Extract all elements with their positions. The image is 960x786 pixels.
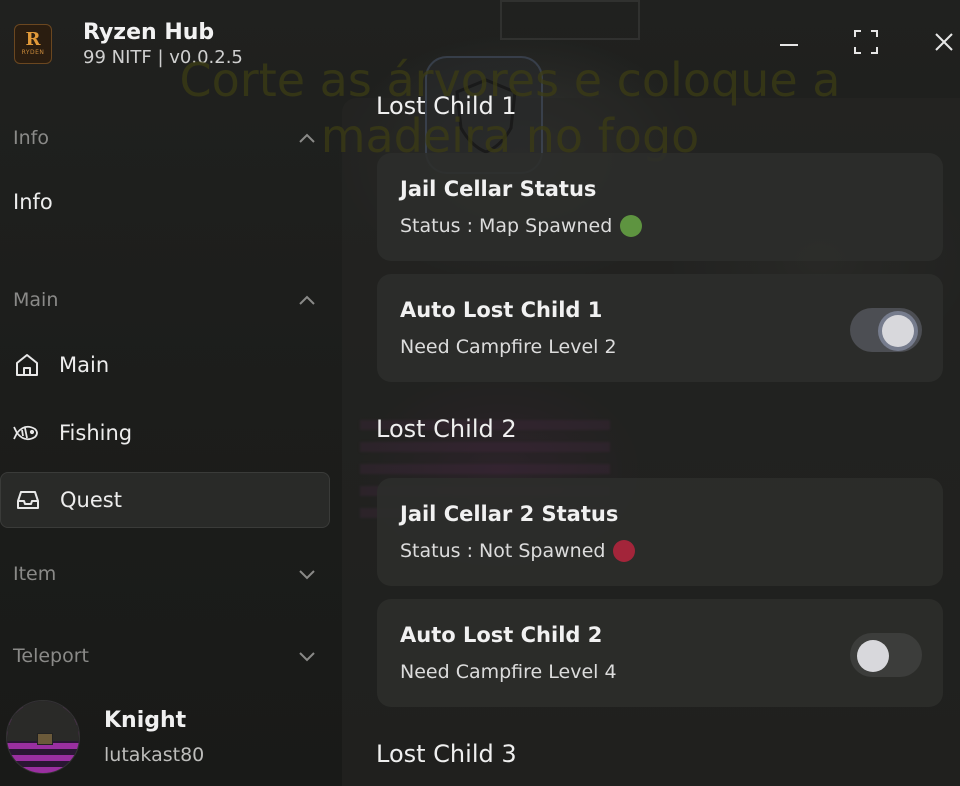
maximize-button[interactable] [852, 28, 880, 56]
logo-text: RYDEN [21, 49, 45, 56]
close-button[interactable] [930, 28, 958, 56]
sidebar-item-quest[interactable]: Quest [0, 472, 330, 528]
sidebar-item-fishing[interactable]: Fishing [0, 405, 330, 461]
card-title: Auto Lost Child 1 [400, 298, 603, 322]
card-auto-lost-child-2: Auto Lost Child 2 Need Campfire Level 4 [377, 599, 943, 707]
sidebar-item-label: Fishing [59, 421, 133, 445]
section-title-lost-child-3: Lost Child 3 [376, 740, 517, 768]
section-label: Teleport [13, 645, 89, 667]
card-title: Jail Cellar 2 Status [400, 502, 619, 526]
status-text: Status : Map Spawned [400, 215, 613, 237]
toggle-auto-lost-child-2[interactable] [850, 633, 922, 677]
section-title-lost-child-2: Lost Child 2 [376, 415, 517, 443]
chevron-down-icon [299, 570, 315, 580]
section-title-lost-child-1: Lost Child 1 [376, 92, 517, 120]
app-logo: R RYDEN [14, 24, 52, 64]
status-indicator-green [620, 215, 643, 237]
sidebar-item-label: Main [59, 353, 110, 377]
card-description: Need Campfire Level 2 [400, 336, 617, 358]
card-description: Status : Map Spawned [400, 215, 643, 237]
user-profile: Knight lutakast80 [0, 690, 336, 786]
card-title: Jail Cellar Status [400, 177, 597, 201]
toggle-auto-lost-child-1[interactable] [850, 308, 922, 352]
card-jail-cellar-2-status: Jail Cellar 2 Status Status : Not Spawne… [377, 478, 943, 586]
maximize-icon [854, 30, 878, 54]
logo-letter: R [25, 29, 41, 50]
chevron-up-icon [299, 133, 315, 143]
section-label: Info [13, 127, 49, 149]
requirement-text: Need Campfire Level 4 [400, 661, 617, 683]
card-description: Need Campfire Level 4 [400, 661, 617, 683]
chevron-down-icon [299, 652, 315, 662]
toggle-knob [857, 640, 889, 672]
status-indicator-red [613, 540, 636, 562]
section-header-main[interactable]: Main [0, 280, 330, 320]
close-icon [935, 33, 953, 51]
section-header-item[interactable]: Item [0, 554, 330, 594]
section-header-teleport[interactable]: Teleport [0, 636, 330, 676]
sidebar-item-label: Quest [60, 488, 122, 512]
card-jail-cellar-status: Jail Cellar Status Status : Map Spawned [377, 153, 943, 261]
status-text: Status : Not Spawned [400, 540, 606, 562]
sidebar-item-main[interactable]: Main [0, 337, 330, 393]
minimize-button[interactable] [775, 28, 803, 56]
app-title: Ryzen Hub [83, 20, 215, 45]
profile-username: lutakast80 [104, 744, 205, 766]
app-subtitle: 99 NITF | v0.0.2.5 [83, 47, 243, 68]
fish-icon [13, 419, 41, 447]
section-label: Main [13, 289, 59, 311]
section-header-info[interactable]: Info [0, 118, 330, 158]
profile-name: Knight [104, 708, 187, 733]
toggle-knob [882, 315, 914, 347]
home-icon [13, 351, 41, 379]
sidebar: Info Info Main Main Fishing Quest Item T… [0, 88, 336, 786]
sidebar-item-label: Info [13, 190, 53, 214]
title-bar: R RYDEN Ryzen Hub 99 NITF | v0.0.2.5 [0, 0, 960, 88]
inbox-icon [14, 486, 42, 514]
avatar [6, 700, 80, 774]
section-label: Item [13, 563, 57, 585]
minimize-icon [780, 44, 798, 46]
chevron-up-icon [299, 295, 315, 305]
card-description: Status : Not Spawned [400, 540, 636, 562]
requirement-text: Need Campfire Level 2 [400, 336, 617, 358]
card-auto-lost-child-1: Auto Lost Child 1 Need Campfire Level 2 [377, 274, 943, 382]
card-title: Auto Lost Child 2 [400, 623, 603, 647]
sidebar-item-info[interactable]: Info [0, 174, 330, 230]
